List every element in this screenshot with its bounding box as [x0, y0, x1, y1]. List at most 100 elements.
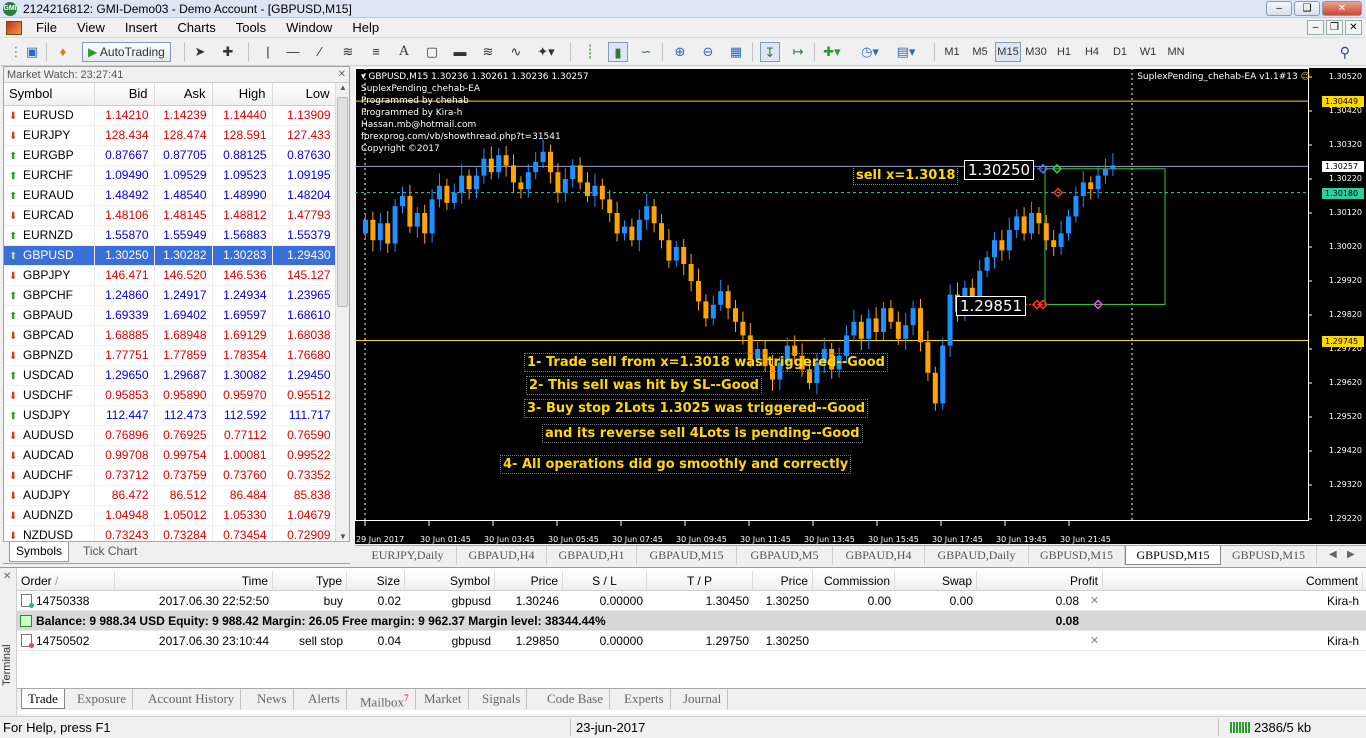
column-header-commission[interactable]: Commission [813, 571, 895, 591]
menu-help[interactable]: Help [342, 20, 389, 35]
market-watch-row[interactable]: ⬇ EURCAD 1.48106 1.48145 1.48812 1.47793 [4, 205, 337, 226]
terminal-close-icon[interactable]: ✕ [3, 571, 11, 582]
market-watch-row[interactable]: ⬇ AUDUSD 0.76896 0.76925 0.77112 0.76590 [4, 425, 337, 446]
vertical-line-icon[interactable]: | [258, 42, 278, 62]
market-watch-row[interactable]: ⬆ EURCHF 1.09490 1.09529 1.09523 1.09195 [4, 165, 337, 186]
market-watch-row[interactable]: ⬇ AUDNZD 1.04948 1.05012 1.05330 1.04679 [4, 505, 337, 526]
crosshair-icon[interactable]: ✚ [218, 42, 238, 62]
fibonacci-icon[interactable]: ≡ [366, 42, 386, 62]
timeframe-m30[interactable]: M30 [1023, 42, 1049, 62]
market-watch-row[interactable]: ⬇ EURJPY 128.434 128.474 128.591 127.433 [4, 125, 337, 146]
mdi-minimize-button[interactable]: – [1307, 20, 1324, 35]
text-label-icon[interactable]: ▢ [422, 42, 442, 62]
timeframe-h1[interactable]: H1 [1051, 42, 1077, 62]
market-watch-row[interactable]: ⬇ GBPCAD 1.68885 1.68948 1.69129 1.68038 [4, 325, 337, 346]
search-icon[interactable]: ⚲ [1340, 44, 1350, 61]
zoom-in-icon[interactable]: ⊕ [670, 42, 690, 62]
timeframe-m1[interactable]: M1 [939, 42, 965, 62]
column-header-swap[interactable]: Swap [895, 571, 977, 591]
column-header-price[interactable]: Price [495, 571, 563, 591]
line-chart-icon[interactable]: ∽ [636, 42, 656, 62]
column-header-current-price[interactable]: Price [753, 571, 813, 591]
column-header-profit[interactable]: Profit [977, 571, 1103, 591]
tabs-scroll-left-icon[interactable]: ◀ [1329, 549, 1337, 560]
close-button[interactable]: ✕ [1322, 1, 1362, 16]
gann-icon[interactable]: ≋ [478, 42, 498, 62]
column-header-time[interactable]: Time [115, 571, 273, 591]
text-tool-icon[interactable]: A [394, 42, 414, 62]
data-window-icon[interactable]: ♦ [53, 42, 73, 62]
column-header-low[interactable]: Low [272, 83, 337, 106]
tab-market[interactable]: Market [418, 689, 469, 709]
column-header-tp[interactable]: T / P [647, 571, 753, 591]
column-header-ask[interactable]: Ask [154, 83, 213, 106]
new-chart-icon[interactable]: ▣ [22, 42, 42, 62]
market-watch-row[interactable]: ⬆ EURNZD 1.55870 1.55949 1.56883 1.55379 [4, 225, 337, 246]
market-watch-row[interactable]: ⬇ AUDCAD 0.99708 0.99754 1.00081 0.99522 [4, 445, 337, 466]
column-header-type[interactable]: Type [273, 571, 347, 591]
scroll-thumb[interactable] [337, 97, 348, 307]
chart-tab[interactable]: GBPUSD,M15 [1029, 546, 1125, 565]
tabs-scroll-right-icon[interactable]: ▶ [1347, 549, 1355, 560]
channel-icon[interactable]: ≋ [338, 42, 358, 62]
menu-view[interactable]: View [67, 20, 115, 35]
timeframe-m5[interactable]: M5 [967, 42, 993, 62]
periods-icon[interactable]: ◷▾ [860, 42, 880, 62]
market-watch-row[interactable]: ⬆ USDJPY 112.447 112.473 112.592 111.717 [4, 405, 337, 426]
market-watch-row[interactable]: ⬆ GBPAUD 1.69339 1.69402 1.69597 1.68610 [4, 305, 337, 326]
market-watch-row[interactable]: ⬇ USDCHF 0.95853 0.95890 0.95970 0.95512 [4, 385, 337, 406]
tab-signals[interactable]: Signals [476, 689, 528, 709]
chart-tab[interactable]: GBPAUD,M15 [637, 546, 737, 565]
tab-trade[interactable]: Trade [21, 689, 65, 709]
chart-tab[interactable]: GBPAUD,H4 [833, 546, 925, 565]
chart-tab-active[interactable]: GBPUSD,M15 [1125, 546, 1221, 565]
market-watch-row[interactable]: ⬇ GBPNZD 1.77751 1.77859 1.78354 1.76680 [4, 345, 337, 366]
tab-code-base[interactable]: Code Base [541, 689, 610, 709]
order-row[interactable]: 14750338 2017.06.30 22:52:50 buy 0.02 gbpusd… [17, 591, 1366, 611]
market-watch-row[interactable]: ⬇ EURUSD 1.14210 1.14239 1.14440 1.13909 [4, 105, 337, 126]
connection-status-icon[interactable] [1230, 722, 1250, 733]
market-watch-close-icon[interactable]: ✕ [338, 67, 346, 83]
bar-chart-icon[interactable]: ┊ [580, 42, 600, 62]
timeframe-m15[interactable]: M15 [995, 42, 1021, 62]
timeframe-w1[interactable]: W1 [1135, 42, 1161, 62]
close-order-icon[interactable]: ✕ [1090, 631, 1102, 651]
candlestick-icon[interactable]: ▮ [608, 42, 628, 62]
cursor-icon[interactable]: ➤ [190, 42, 210, 62]
column-header-sl[interactable]: S / L [563, 571, 647, 591]
market-watch-row[interactable]: ⬆ EURAUD 1.48492 1.48540 1.48990 1.48204 [4, 185, 337, 206]
tab-news[interactable]: News [251, 689, 294, 709]
shapes-dropdown-icon[interactable]: ✦▾ [536, 42, 556, 62]
column-header-bid[interactable]: Bid [94, 83, 155, 106]
timeframe-h4[interactable]: H4 [1079, 42, 1105, 62]
chart-tab[interactable]: GBPAUD,H4 [457, 546, 547, 565]
menu-window[interactable]: Window [276, 20, 342, 35]
market-watch-row[interactable]: ⬆ USDCAD 1.29650 1.29687 1.30082 1.29450 [4, 365, 337, 386]
menu-tools[interactable]: Tools [226, 20, 276, 35]
tab-mailbox[interactable]: Mailbox7 [354, 689, 416, 709]
chart-tab[interactable]: GBPUSD,M15 [1221, 546, 1317, 565]
tab-tick-chart[interactable]: Tick Chart [77, 542, 143, 562]
chart-menu-icon[interactable]: ▾ [361, 72, 366, 82]
menu-insert[interactable]: Insert [115, 20, 168, 35]
zoom-out-icon[interactable]: ⊖ [698, 42, 718, 62]
timeframe-mn[interactable]: MN [1163, 42, 1189, 62]
column-header-size[interactable]: Size [347, 571, 405, 591]
mdi-restore-button[interactable]: ❐ [1326, 20, 1343, 35]
market-watch-row[interactable]: ⬇ AUDCHF 0.73712 0.73759 0.73760 0.73352 [4, 465, 337, 486]
mdi-close-button[interactable]: ✕ [1345, 20, 1362, 35]
tab-experts[interactable]: Experts [618, 689, 671, 709]
chart-tab[interactable]: EURJPY,Daily [359, 546, 457, 565]
market-watch-row[interactable]: ⬆ GBPCHF 1.24860 1.24917 1.24934 1.23965 [4, 285, 337, 306]
market-watch-scrollbar[interactable]: ▲ ▼ [335, 83, 349, 545]
menu-charts[interactable]: Charts [167, 20, 225, 35]
tab-exposure[interactable]: Exposure [71, 689, 134, 709]
market-watch-row[interactable]: ⬆ GBPUSD 1.30250 1.30282 1.30283 1.29430 [4, 245, 337, 266]
menu-file[interactable]: File [26, 20, 67, 35]
chart-tab[interactable]: GBPAUD,H1 [547, 546, 637, 565]
column-header-symbol[interactable]: Symbol [405, 571, 495, 591]
minimize-button[interactable]: – [1266, 1, 1292, 16]
autoscroll-icon[interactable]: ↧ [760, 42, 780, 62]
column-header-high[interactable]: High [212, 83, 273, 106]
close-order-icon[interactable]: ✕ [1090, 591, 1102, 611]
